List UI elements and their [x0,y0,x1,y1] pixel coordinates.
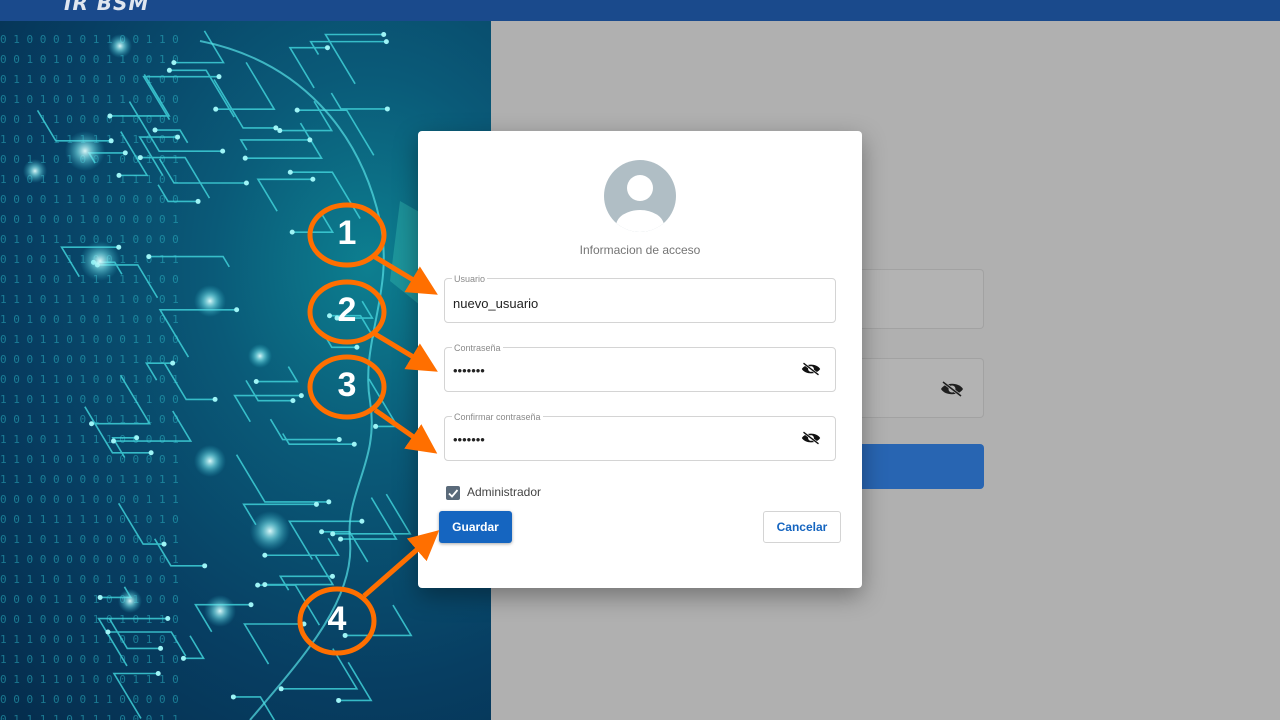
svg-text:1 1 0 1 0 0 0 0 1 0 0 1 1 0: 1 1 0 1 0 0 0 0 1 0 0 1 1 0 [0,653,179,666]
cancel-button[interactable]: Cancelar [763,511,841,543]
svg-text:0 1 0 1 0 0 1 0 1 1 0 0 0 0: 0 1 0 1 0 0 1 0 1 1 0 0 0 0 [0,93,179,106]
top-bar: IR BSM [0,0,1280,21]
svg-text:1 1 1 0 0 0 1 1 1 0 0 1 0 1: 1 1 1 0 0 0 1 1 1 0 0 1 0 1 [0,633,179,646]
background-user-field [849,269,984,329]
svg-text:0 1 0 1 1 0 1 0 0 0 1 1 1 0: 0 1 0 1 1 0 1 0 0 0 1 1 1 0 [0,673,179,686]
admin-checkbox-label[interactable]: Administrador [467,485,541,499]
password-field[interactable]: Contraseña ••••••• [444,343,836,392]
svg-text:0 0 1 0 1 0 0 0 1 1 0 0 1 0: 0 0 1 0 1 0 0 0 1 1 0 0 1 0 [0,53,179,66]
svg-text:0 0 0 0 1 1 1 0 0 0 0 0 0 0: 0 0 0 0 1 1 1 0 0 0 0 0 0 0 [0,193,179,206]
svg-text:0 0 1 1 1 0 0 0 0 1 0 0 0 0: 0 0 1 1 1 0 0 0 0 1 0 0 0 0 [0,113,179,126]
save-button[interactable]: Guardar [439,511,512,543]
eye-off-icon[interactable] [801,429,821,447]
password-field-label: Contraseña [452,343,503,353]
password-field-value[interactable]: ••••••• [453,363,485,378]
account-circle-icon [604,160,676,232]
svg-text:0 0 0 0 0 0 1 0 0 0 0 1 1 1: 0 0 0 0 0 0 1 0 0 0 0 1 1 1 [0,493,179,506]
admin-checkbox[interactable] [446,486,460,500]
confirm-password-field-value[interactable]: ••••••• [453,432,485,447]
background-login-button [849,444,984,489]
svg-text:0 1 0 1 1 0 1 0 0 0 1 1 0 0: 0 1 0 1 1 0 1 0 0 0 1 1 0 0 [0,333,179,346]
checkbox-checked-icon [448,489,459,498]
eye-off-icon[interactable] [801,360,821,378]
svg-text:0 1 1 1 1 0 1 1 1 0 0 0 1 1: 0 1 1 1 1 0 1 1 1 0 0 0 1 1 [0,713,179,720]
svg-text:0 0 0 0 1 1 0 1 0 0 1 0 0 0: 0 0 0 0 1 1 0 1 0 0 1 0 0 0 [0,593,179,606]
svg-text:0 0 1 1 1 1 1 1 0 0 1 0 1 0: 0 0 1 1 1 1 1 1 0 0 1 0 1 0 [0,513,179,526]
confirm-password-field-label: Confirmar contraseña [452,412,543,422]
user-field-label: Usuario [452,274,488,284]
user-field-value[interactable]: nuevo_usuario [453,296,538,311]
svg-text:1 1 0 0 0 0 0 0 0 0 0 0 0 1: 1 1 0 0 0 0 0 0 0 0 0 0 0 1 [0,553,179,566]
svg-text:0 0 0 1 0 0 0 1 0 1 1 0 0 0: 0 0 0 1 0 0 0 1 0 1 1 0 0 0 [0,353,179,366]
svg-text:0 0 0 1 1 0 1 0 0 0 1 0 0 1: 0 0 0 1 1 0 1 0 0 0 1 0 0 1 [0,373,179,386]
dialog-title: Informacion de acceso [579,243,701,257]
brand-logo: IR BSM [64,0,150,15]
svg-text:0 0 1 0 0 0 1 0 0 0 0 0 0 1: 0 0 1 0 0 0 1 0 0 0 0 0 0 1 [0,213,179,226]
svg-text:0 1 1 0 0 1 0 0 1 0 0 1 0 0: 0 1 1 0 0 1 0 0 1 0 0 1 0 0 [0,73,179,86]
svg-text:0 1 1 1 0 1 0 0 1 0 1 0 0 1: 0 1 1 1 0 1 0 0 1 0 1 0 0 1 [0,573,179,586]
svg-text:0 1 0 0 0 1 0 1 1 0 0 1 1 0: 0 1 0 0 0 1 0 1 1 0 0 1 1 0 [0,33,179,46]
user-field[interactable]: Usuario nuevo_usuario [444,274,836,323]
svg-text:1 1 1 0 1 1 1 0 1 1 0 0 0 1: 1 1 1 0 1 1 1 0 1 1 0 0 0 1 [0,293,179,306]
svg-text:1 1 0 0 1 1 1 1 1 0 0 0 0 1: 1 1 0 0 1 1 1 1 1 0 0 0 0 1 [0,433,179,446]
confirm-password-field[interactable]: Confirmar contraseña ••••••• [444,412,836,461]
svg-text:1 1 1 0 0 0 0 0 0 1 1 0 1 1: 1 1 1 0 0 0 0 0 0 1 1 0 1 1 [0,473,179,486]
svg-text:1 1 0 1 1 0 0 0 0 1 1 1 0 0: 1 1 0 1 1 0 0 0 0 1 1 1 0 0 [0,393,179,406]
svg-text:1 0 1 0 0 1 0 0 1 1 0 0 0 1: 1 0 1 0 0 1 0 0 1 1 0 0 0 1 [0,313,179,326]
svg-text:0 0 1 0 0 0 0 1 0 1 0 1 1 0: 0 0 1 0 0 0 0 1 0 1 0 1 1 0 [0,613,179,626]
eye-off-icon [941,381,963,397]
access-info-dialog: Informacion de acceso Usuario nuevo_usua… [418,131,862,588]
svg-text:0 0 0 1 0 0 0 1 1 0 0 0 0 0: 0 0 0 1 0 0 0 1 1 0 0 0 0 0 [0,693,179,706]
